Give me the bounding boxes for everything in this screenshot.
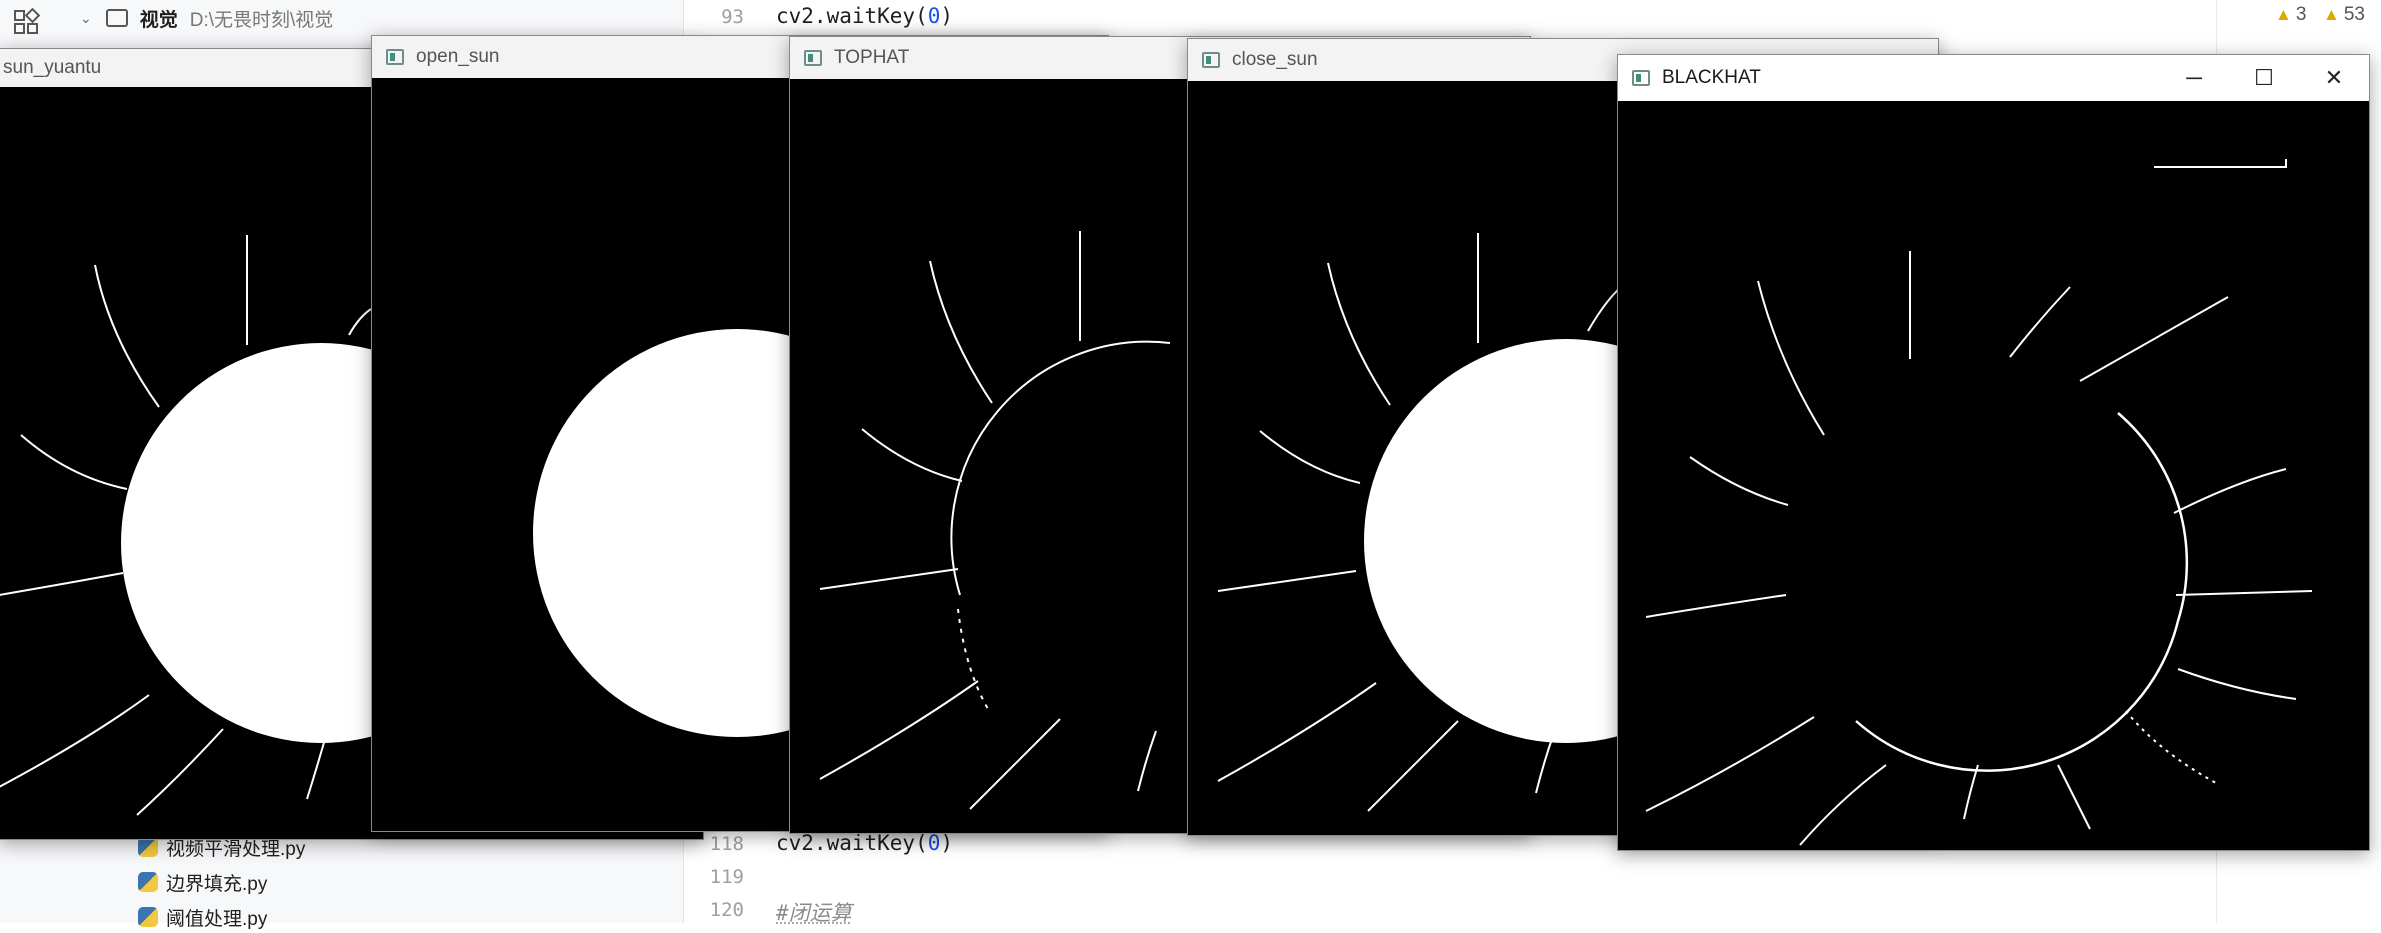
image-canvas [1618, 101, 2369, 850]
minimize-button[interactable]: ─ [2159, 55, 2229, 101]
weak-warning-icon: ▲ [2323, 5, 2340, 24]
sun-image [1645, 159, 2313, 846]
python-file-icon [138, 907, 158, 927]
close-button[interactable]: ✕ [2299, 55, 2369, 101]
folder-icon [105, 9, 128, 27]
opencv-app-icon [386, 49, 404, 65]
window-title: close_sun [1232, 49, 1318, 70]
maximize-button[interactable]: ☐ [2229, 55, 2299, 101]
file-name: 阈值处理.py [166, 908, 268, 930]
opencv-app-icon [804, 50, 822, 66]
warning-count-a[interactable]: ▲ 3 [2275, 4, 2306, 26]
file-name: 边界填充.py [166, 873, 268, 895]
folder-path: D:\无畏时刻\视觉 [189, 9, 334, 31]
opencv-app-icon [1632, 70, 1650, 86]
window-titlebar[interactable]: BLACKHAT ─ ☐ ✕ [1618, 55, 2369, 101]
chevron-down-icon[interactable]: ⌄ [80, 10, 92, 27]
warning-count-b[interactable]: ▲ 53 [2323, 4, 2365, 26]
line-number: 119 [709, 866, 744, 888]
folder-name: 视觉 [139, 9, 178, 31]
cv-window-blackhat[interactable]: BLACKHAT ─ ☐ ✕ [1617, 54, 2370, 851]
tree-file-item[interactable]: 边界填充.py [138, 866, 267, 898]
python-file-icon [138, 872, 158, 892]
line-number: 120 [709, 899, 744, 921]
project-view-icon[interactable] [12, 7, 41, 36]
python-file-icon [138, 837, 158, 857]
code-line: cv2.waitKey(0) [776, 4, 954, 28]
opencv-app-icon [1202, 52, 1220, 68]
warning-icon: ▲ [2275, 5, 2292, 24]
tree-file-item[interactable]: 阈值处理.py [138, 901, 267, 933]
tree-folder-row[interactable]: ⌄ 视觉 D:\无畏时刻\视觉 [80, 2, 333, 34]
window-title: BLACKHAT [1662, 67, 1761, 88]
line-number: 93 [721, 6, 744, 28]
window-title: TOPHAT [834, 47, 910, 68]
window-title: open_sun [416, 46, 500, 67]
window-title: sun_yuantu [3, 57, 102, 78]
code-line: cv2.waitKey(0) [776, 831, 954, 855]
